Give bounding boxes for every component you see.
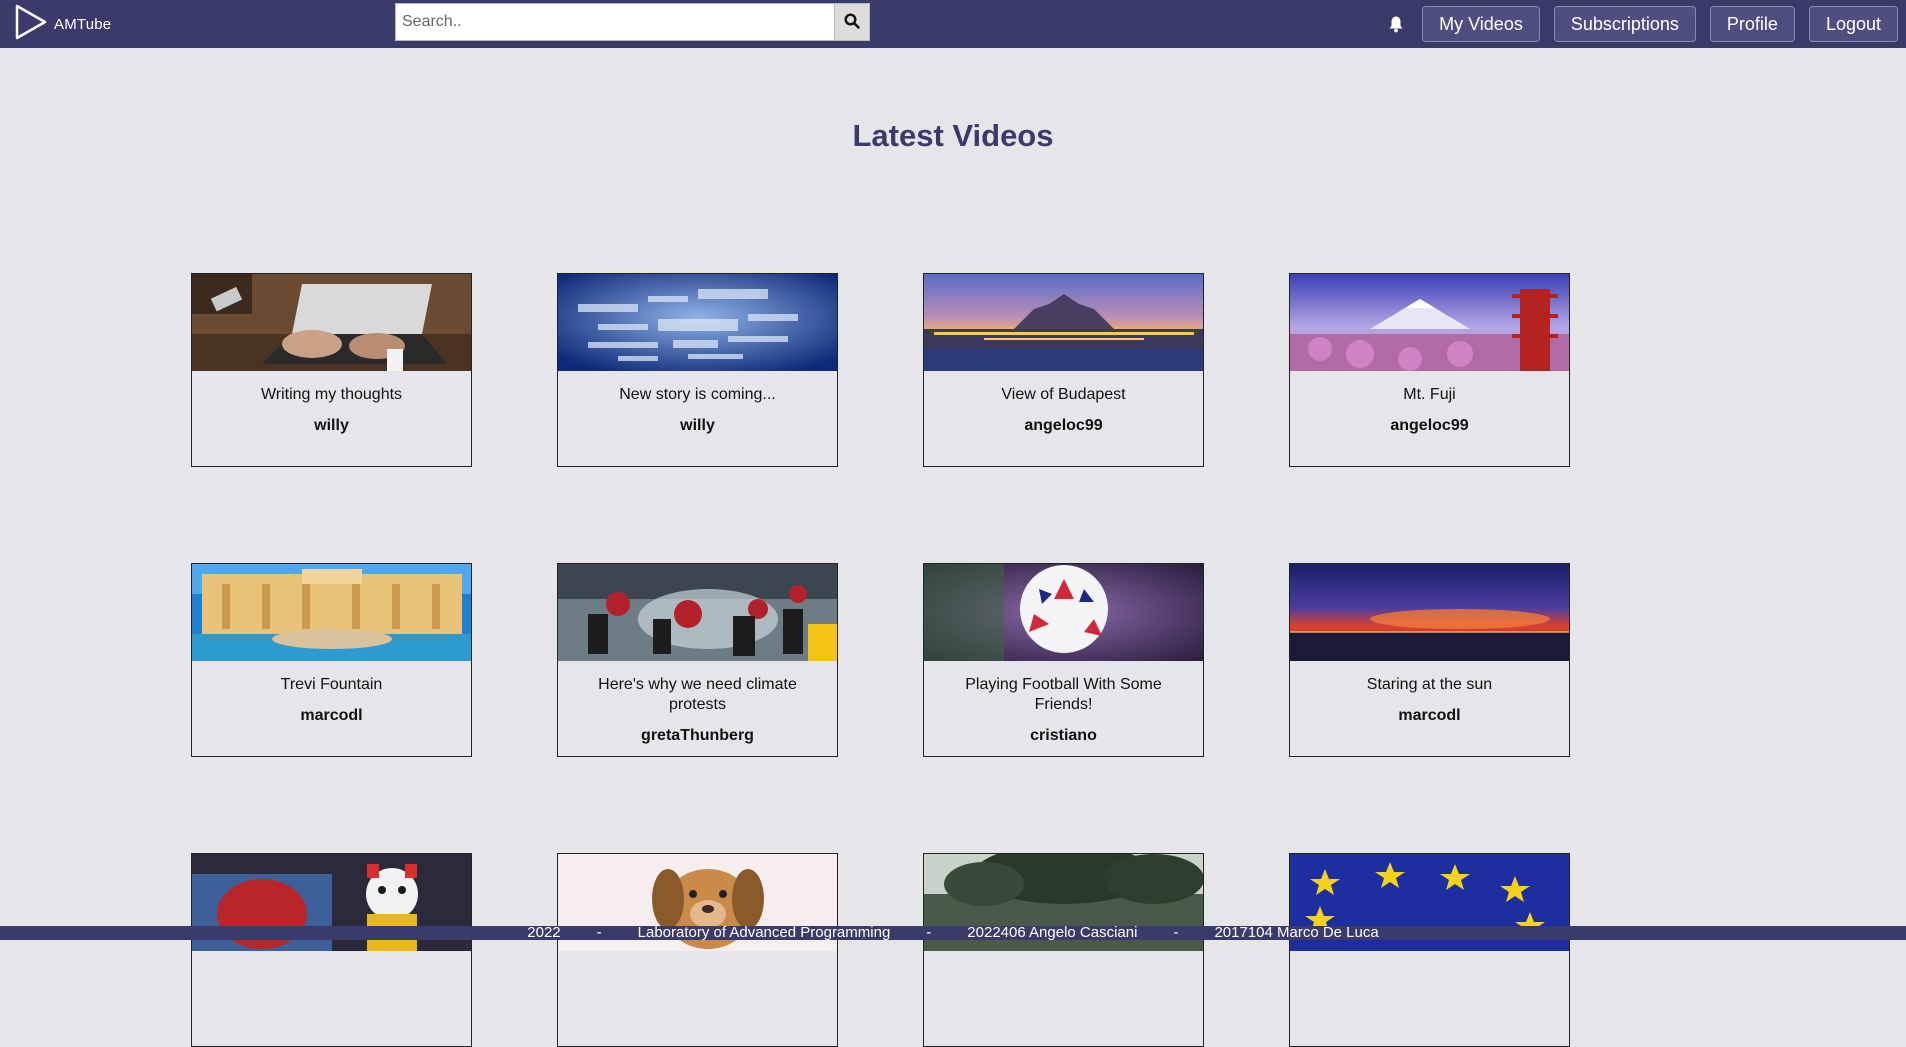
video-card[interactable]: Staring at the sun marcodl [1289, 563, 1570, 757]
video-title: Here's why we need climate protests [598, 676, 797, 713]
video-author[interactable]: angeloc99 [924, 417, 1203, 435]
video-card[interactable]: Here's why we need climate protests gret… [557, 563, 838, 757]
footer: 2022 - Laboratory of Advanced Programmin… [0, 926, 1906, 940]
video-author[interactable]: angeloc99 [1290, 417, 1569, 435]
video-card[interactable] [923, 853, 1204, 1047]
video-card[interactable]: View of Budapest angeloc99 [923, 273, 1204, 467]
video-title: Mt. Fuji [1403, 386, 1456, 403]
video-thumbnail [558, 564, 837, 661]
video-thumbnail [924, 274, 1203, 371]
video-title: Staring at the sun [1366, 676, 1493, 693]
video-title: View of Budapest [1001, 386, 1126, 403]
video-author[interactable]: marcodl [192, 707, 471, 725]
footer-author-2: 2017104 Marco De Luca [1214, 926, 1379, 940]
footer-course: Laboratory of Advanced Programming [637, 926, 891, 940]
video-title: Writing my thoughts [260, 386, 403, 403]
footer-separator: - [1173, 926, 1179, 940]
video-title: Playing Football With Some Friends! [965, 676, 1162, 713]
video-author[interactable]: willy [558, 417, 837, 435]
video-card[interactable]: Mt. Fuji angeloc99 [1289, 273, 1570, 467]
video-card[interactable]: Writing my thoughts willy [191, 273, 472, 467]
footer-year: 2022 [527, 926, 561, 940]
video-author[interactable]: cristiano [924, 727, 1203, 745]
video-thumbnail [192, 564, 471, 661]
video-thumbnail [924, 564, 1203, 661]
video-thumbnail [1290, 564, 1569, 661]
footer-separator: - [596, 926, 602, 940]
video-author[interactable]: gretaThunberg [558, 727, 837, 745]
video-thumbnail [558, 274, 837, 371]
video-title: New story is coming... [619, 386, 776, 403]
video-author[interactable]: marcodl [1290, 707, 1569, 725]
video-card[interactable]: Playing Football With Some Friends! cris… [923, 563, 1204, 757]
video-card[interactable] [191, 853, 472, 1047]
video-title: Trevi Fountain [280, 676, 383, 693]
footer-separator: - [926, 926, 932, 940]
video-card[interactable]: Trevi Fountain marcodl [191, 563, 472, 757]
video-grid: Writing my thoughts willy New story is c… [0, 0, 1906, 1047]
video-author[interactable]: willy [192, 417, 471, 435]
footer-author-1: 2022406 Angelo Casciani [967, 926, 1138, 940]
video-card[interactable] [557, 853, 838, 1047]
video-thumbnail [192, 274, 471, 371]
video-card[interactable]: New story is coming... willy [557, 273, 838, 467]
video-card[interactable] [1289, 853, 1570, 1047]
video-thumbnail [1290, 274, 1569, 371]
